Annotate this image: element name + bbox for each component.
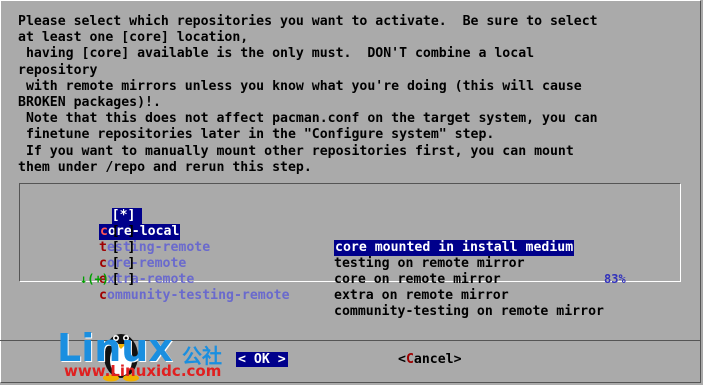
- cancel-left-bracket: <: [398, 352, 406, 367]
- prompt-text: Please select which repositories you wan…: [18, 14, 698, 176]
- prompt-line: repository: [18, 62, 98, 78]
- item-tag: community-testing-remote: [99, 288, 290, 304]
- prompt-line: at least one [core] location,: [18, 30, 249, 46]
- ok-right-bracket: >: [277, 352, 286, 367]
- watermark-url: www.Linuxidc.com: [64, 362, 222, 380]
- checkbox[interactable]: [ ]: [112, 272, 142, 288]
- tag-rest: ommunity-testing-remote: [106, 288, 290, 303]
- checklist-item-community-testing-remote[interactable]: [ ] community-testing-remote community-t…: [64, 256, 604, 319]
- prompt-line: having [core] available is the only must…: [18, 46, 535, 62]
- scroll-percent: 83%: [604, 272, 626, 286]
- item-description: community-testing on remote mirror: [334, 304, 604, 319]
- checklist-item-testing-remote[interactable]: [ ] testing-remote testing on remote mir…: [64, 208, 525, 271]
- cancel-button[interactable]: <Cancel>: [398, 352, 462, 367]
- prompt-line: Please select which repositories you wan…: [18, 14, 598, 29]
- checklist-item-extra-remote[interactable]: [ ] extra-remote extra on remote mirror: [64, 240, 509, 303]
- hotkey-letter: c: [99, 288, 107, 303]
- dialog-screen: Please select which repositories you wan…: [0, 0, 703, 385]
- item-description: core mounted in install medium: [334, 240, 575, 256]
- cancel-label: ancel: [413, 352, 454, 367]
- prompt-line: If you want to manually mount other repo…: [18, 143, 574, 159]
- cancel-right-bracket: >: [453, 352, 462, 367]
- cancel-hotkey: C: [405, 352, 414, 367]
- ok-left-bracket: <: [238, 352, 246, 367]
- checklist-item-core-remote[interactable]: [ ] core-remote core on remote mirror: [64, 224, 501, 287]
- scroll-down-indicator: ↓(+): [80, 272, 109, 286]
- item-description: core on remote mirror: [334, 272, 501, 287]
- prompt-line: BROKEN packages)!.: [18, 95, 161, 111]
- checklist-item-core-local[interactable]: [*] core-local core mounted in install m…: [64, 192, 575, 256]
- checklist-box: [*] core-local core mounted in install m…: [19, 183, 681, 319]
- prompt-line: finetune repositories later in the "Conf…: [18, 127, 495, 143]
- prompt-line: them under /repo and rerun this step.: [18, 159, 312, 175]
- ok-label: OK: [253, 352, 270, 367]
- ok-button[interactable]: < OK >: [236, 352, 288, 367]
- prompt-line: Note that this does not affect pacman.co…: [18, 111, 598, 127]
- prompt-line: with remote mirrors unless you know what…: [18, 78, 582, 94]
- ok-button-face: < OK >: [236, 352, 288, 367]
- item-description: testing on remote mirror: [334, 256, 525, 271]
- item-description: extra on remote mirror: [334, 288, 509, 303]
